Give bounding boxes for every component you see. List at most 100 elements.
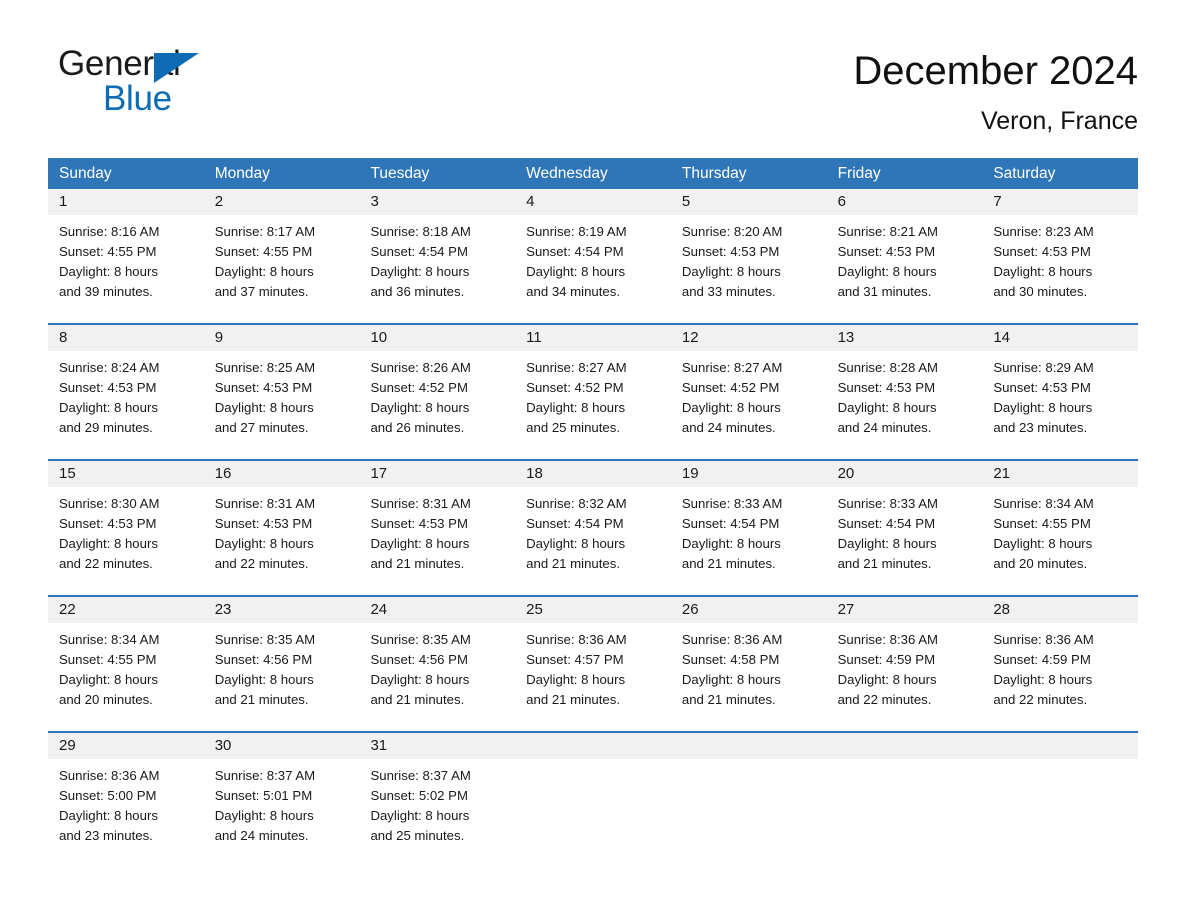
daylight-text-line2: and 24 minutes. [214,828,309,843]
sunset-text: Sunset: 5:01 PM [214,788,313,803]
day-cell-18[interactable]: Sunrise: 8:32 AM Sunset: 4:54 PM Daylight:… [515,487,671,595]
day-number-11[interactable]: 11 [515,325,671,351]
sunset-text: Sunset: 5:02 PM [370,788,468,803]
daylight-text-line2: and 21 minutes. [526,692,620,707]
day-cell-21[interactable]: Sunrise: 8:34 AM Sunset: 4:55 PM Daylight:… [982,487,1138,595]
week-date-band: 22 23 24 25 26 27 28 [48,597,1138,623]
day-cell-16[interactable]: Sunrise: 8:31 AM Sunset: 4:53 PM Daylight:… [204,487,360,595]
day-number-28[interactable]: 28 [982,597,1138,623]
day-cell-24[interactable]: Sunrise: 8:35 AM Sunset: 4:56 PM Daylight:… [359,623,515,731]
day-cell-11[interactable]: Sunrise: 8:27 AM Sunset: 4:52 PM Daylight:… [515,351,671,459]
page-title: December 2024 [853,49,1138,93]
day-cell-5[interactable]: Sunrise: 8:20 AM Sunset: 4:53 PM Daylight:… [671,215,827,323]
daylight-text-line2: and 21 minutes. [526,556,620,571]
sunset-text: Sunset: 4:55 PM [59,244,157,259]
weekday-header-wednesday: Wednesday [526,165,608,182]
sunset-text: Sunset: 4:54 PM [526,516,624,531]
sunset-text: Sunset: 4:54 PM [681,516,780,531]
day-number-29[interactable]: 29 [48,733,204,759]
daylight-text-line1: Daylight: 8 hours [214,808,314,823]
sunrise-text: Sunrise: 8:36 AM [993,632,1094,647]
daylight-text-line2: and 20 minutes. [59,692,153,707]
day-cell-2[interactable]: Sunrise: 8:17 AM Sunset: 4:55 PM Daylight:… [204,215,360,323]
sunset-text: Sunset: 4:55 PM [993,516,1091,531]
sunrise-text: Sunrise: 8:25 AM [214,360,316,375]
day-number-9[interactable]: 9 [204,325,360,351]
day-number-7[interactable]: 7 [982,189,1138,215]
day-cell-9[interactable]: Sunrise: 8:25 AM Sunset: 4:53 PM Daylight:… [204,351,360,459]
daylight-text-line1: Daylight: 8 hours [526,672,626,687]
day-number-31[interactable]: 31 [359,733,515,759]
daylight-text-line1: Daylight: 8 hours [59,400,158,415]
day-number-3[interactable]: 3 [359,189,515,215]
day-cell-15[interactable]: Sunrise: 8:30 AM Sunset: 4:53 PM Daylight:… [48,487,204,595]
day-cell-1[interactable]: Sunrise: 8:16 AM Sunset: 4:55 PM Daylight:… [48,215,204,323]
day-cell-3[interactable]: Sunrise: 8:18 AM Sunset: 4:54 PM Daylight:… [359,215,515,323]
day-number-12[interactable]: 12 [671,325,827,351]
day-number-15[interactable]: 15 [48,461,204,487]
day-cell-7[interactable]: Sunrise: 8:23 AM Sunset: 4:53 PM Daylight:… [982,215,1138,323]
daylight-text-line1: Daylight: 8 hours [837,400,937,415]
day-cell-23[interactable]: Sunrise: 8:35 AM Sunset: 4:56 PM Daylight:… [204,623,360,731]
sunset-text: Sunset: 4:57 PM [526,652,624,667]
sunrise-text: Sunrise: 8:23 AM [993,224,1094,239]
day-cell-8[interactable]: Sunrise: 8:24 AM Sunset: 4:53 PM Daylight:… [48,351,204,459]
day-cell-12[interactable]: Sunrise: 8:27 AM Sunset: 4:52 PM Daylight:… [671,351,827,459]
day-cell-13[interactable]: Sunrise: 8:28 AM Sunset: 4:53 PM Daylight:… [827,351,983,459]
week-detail-row: Sunrise: 8:24 AM Sunset: 4:53 PM Daylight:… [48,351,1138,459]
day-number-16[interactable]: 16 [204,461,360,487]
day-number-4[interactable]: 4 [515,189,671,215]
calendar-grid: Sunday Monday Tuesday Wednesday Thursday Frid… [48,158,1138,863]
daylight-text-line2: and 26 minutes. [370,420,465,435]
day-cell-20[interactable]: Sunrise: 8:33 AM Sunset: 4:54 PM Daylight:… [827,487,983,595]
day-number-18[interactable]: 18 [515,461,671,487]
day-cell-empty [515,759,671,863]
day-cell-19[interactable]: Sunrise: 8:33 AM Sunset: 4:54 PM Daylight:… [671,487,827,595]
day-number-17[interactable]: 17 [359,461,515,487]
daylight-text-line1: Daylight: 8 hours [993,672,1093,687]
daylight-text-line1: Daylight: 8 hours [526,264,626,279]
day-cell-29[interactable]: Sunrise: 8:36 AM Sunset: 5:00 PM Daylight:… [48,759,204,863]
day-cell-27[interactable]: Sunrise: 8:36 AM Sunset: 4:59 PM Daylight:… [827,623,983,731]
daylight-text-line2: and 25 minutes. [370,828,465,843]
day-number-26[interactable]: 26 [671,597,827,623]
day-number-27[interactable]: 27 [827,597,983,623]
day-number-5[interactable]: 5 [671,189,827,215]
daylight-text-line2: and 22 minutes. [59,556,153,571]
daylight-text-line2: and 21 minutes. [681,692,776,707]
day-cell-22[interactable]: Sunrise: 8:34 AM Sunset: 4:55 PM Daylight:… [48,623,204,731]
day-number-22[interactable]: 22 [48,597,204,623]
day-number-20[interactable]: 20 [827,461,983,487]
day-cell-14[interactable]: Sunrise: 8:29 AM Sunset: 4:53 PM Daylight:… [982,351,1138,459]
daylight-text-line1: Daylight: 8 hours [837,672,937,687]
general-blue-logo[interactable]: General Blue [58,44,318,122]
daylight-text-line2: and 21 minutes. [370,692,465,707]
day-number-30[interactable]: 30 [204,733,360,759]
day-number-1[interactable]: 1 [48,189,204,215]
day-cell-4[interactable]: Sunrise: 8:19 AM Sunset: 4:54 PM Daylight:… [515,215,671,323]
day-cell-28[interactable]: Sunrise: 8:36 AM Sunset: 4:59 PM Daylight:… [982,623,1138,731]
day-number-8[interactable]: 8 [48,325,204,351]
day-cell-10[interactable]: Sunrise: 8:26 AM Sunset: 4:52 PM Daylight:… [359,351,515,459]
day-cell-31[interactable]: Sunrise: 8:37 AM Sunset: 5:02 PM Daylight:… [359,759,515,863]
daylight-text-line1: Daylight: 8 hours [370,672,470,687]
day-number-14[interactable]: 14 [982,325,1138,351]
day-number-6[interactable]: 6 [827,189,983,215]
day-number-13[interactable]: 13 [827,325,983,351]
sunset-text: Sunset: 4:53 PM [837,244,936,259]
sunrise-text: Sunrise: 8:27 AM [681,360,783,375]
day-number-2[interactable]: 2 [204,189,360,215]
sunrise-text: Sunrise: 8:19 AM [526,224,627,239]
day-number-21[interactable]: 21 [982,461,1138,487]
day-number-25[interactable]: 25 [515,597,671,623]
sunrise-text: Sunrise: 8:35 AM [214,632,316,647]
day-cell-30[interactable]: Sunrise: 8:37 AM Sunset: 5:01 PM Daylight:… [204,759,360,863]
day-number-24[interactable]: 24 [359,597,515,623]
day-cell-25[interactable]: Sunrise: 8:36 AM Sunset: 4:57 PM Daylight:… [515,623,671,731]
day-number-23[interactable]: 23 [204,597,360,623]
day-cell-17[interactable]: Sunrise: 8:31 AM Sunset: 4:53 PM Daylight:… [359,487,515,595]
day-cell-26[interactable]: Sunrise: 8:36 AM Sunset: 4:58 PM Daylight:… [671,623,827,731]
day-cell-6[interactable]: Sunrise: 8:21 AM Sunset: 4:53 PM Daylight:… [827,215,983,323]
day-number-10[interactable]: 10 [359,325,515,351]
day-number-19[interactable]: 19 [671,461,827,487]
